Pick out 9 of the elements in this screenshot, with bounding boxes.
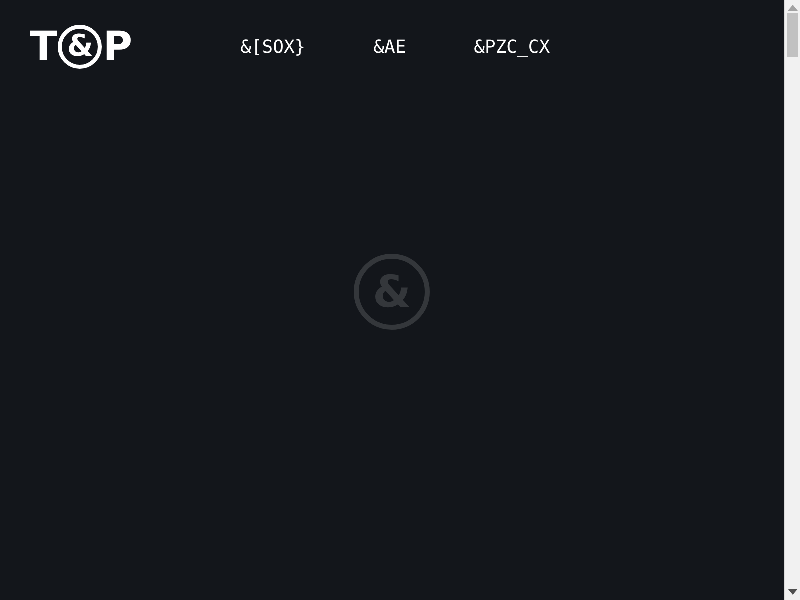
scroll-down-icon[interactable] xyxy=(788,589,798,595)
nav-link[interactable]: &[SOX} xyxy=(240,36,306,58)
nav-link[interactable]: &AE xyxy=(374,36,406,58)
nav-link[interactable]: &PZC_CX xyxy=(474,36,550,58)
scrollbar[interactable] xyxy=(784,0,800,600)
scroll-thumb[interactable] xyxy=(787,13,798,57)
logo[interactable]: T & P xyxy=(30,25,133,69)
scroll-up-icon[interactable] xyxy=(788,5,798,11)
loading-spinner: & xyxy=(354,254,430,330)
